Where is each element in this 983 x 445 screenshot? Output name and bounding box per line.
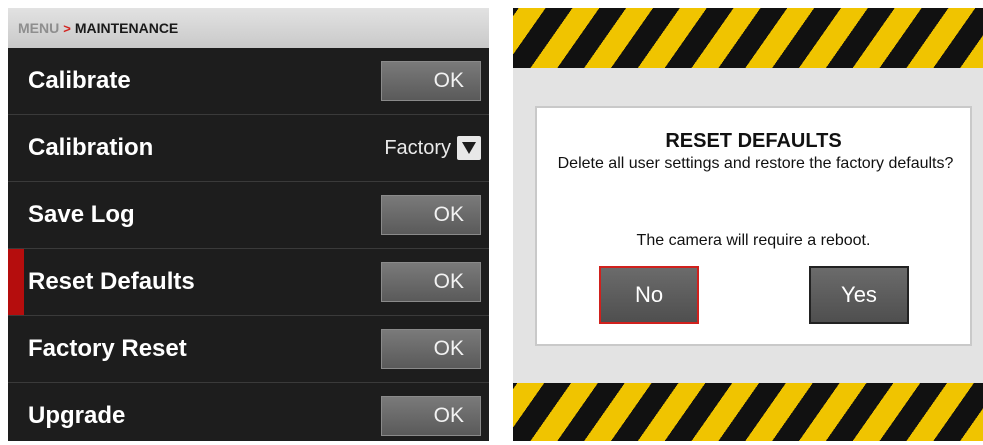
- menu-item-label: Factory Reset: [28, 335, 187, 362]
- menu-item-calibration[interactable]: Calibration Factory: [8, 115, 489, 181]
- chevron-down-icon[interactable]: [457, 136, 481, 160]
- breadcrumb: MENU > MAINTENANCE: [8, 8, 489, 48]
- calibration-select[interactable]: Factory: [384, 136, 481, 160]
- yes-button[interactable]: Yes: [809, 266, 909, 324]
- menu-item-reset-defaults[interactable]: Reset Defaults OK: [8, 249, 489, 315]
- menu-item-label: Upgrade: [28, 402, 126, 429]
- breadcrumb-root[interactable]: MENU: [18, 20, 59, 36]
- breadcrumb-current: MAINTENANCE: [74, 20, 179, 36]
- reset-defaults-dialog-screen: RESET DEFAULTS Delete all user settings …: [513, 8, 983, 441]
- menu-item-label: Save Log: [28, 201, 135, 228]
- hazard-stripe-top: [513, 8, 983, 68]
- upgrade-ok-button[interactable]: OK: [381, 396, 481, 436]
- menu-item-save-log[interactable]: Save Log OK: [8, 182, 489, 248]
- menu-item-calibrate[interactable]: Calibrate OK: [8, 48, 489, 114]
- reset-defaults-dialog: RESET DEFAULTS Delete all user settings …: [535, 106, 972, 346]
- dialog-message: Delete all user settings and restore the…: [557, 155, 954, 172]
- calibration-select-value: Factory: [384, 136, 451, 159]
- calibrate-ok-button[interactable]: OK: [381, 61, 481, 101]
- dialog-note: The camera will require a reboot.: [636, 232, 871, 249]
- dialog-title: RESET DEFAULTS: [665, 130, 842, 152]
- save-log-ok-button[interactable]: OK: [381, 195, 481, 235]
- menu-item-label: Calibrate: [28, 67, 131, 94]
- hazard-stripe-bottom: [513, 383, 983, 441]
- no-button[interactable]: No: [599, 266, 699, 324]
- menu-item-label: Calibration: [28, 134, 154, 161]
- reset-defaults-ok-button[interactable]: OK: [381, 262, 481, 302]
- menu-item-label: Reset Defaults: [28, 268, 195, 295]
- factory-reset-ok-button[interactable]: OK: [381, 329, 481, 369]
- menu-item-factory-reset[interactable]: Factory Reset OK: [8, 316, 489, 382]
- menu-item-upgrade[interactable]: Upgrade OK: [8, 383, 489, 441]
- breadcrumb-separator-icon: >: [63, 20, 71, 36]
- maintenance-menu-panel: MENU > MAINTENANCE Calibrate OK Calibrat…: [8, 8, 489, 441]
